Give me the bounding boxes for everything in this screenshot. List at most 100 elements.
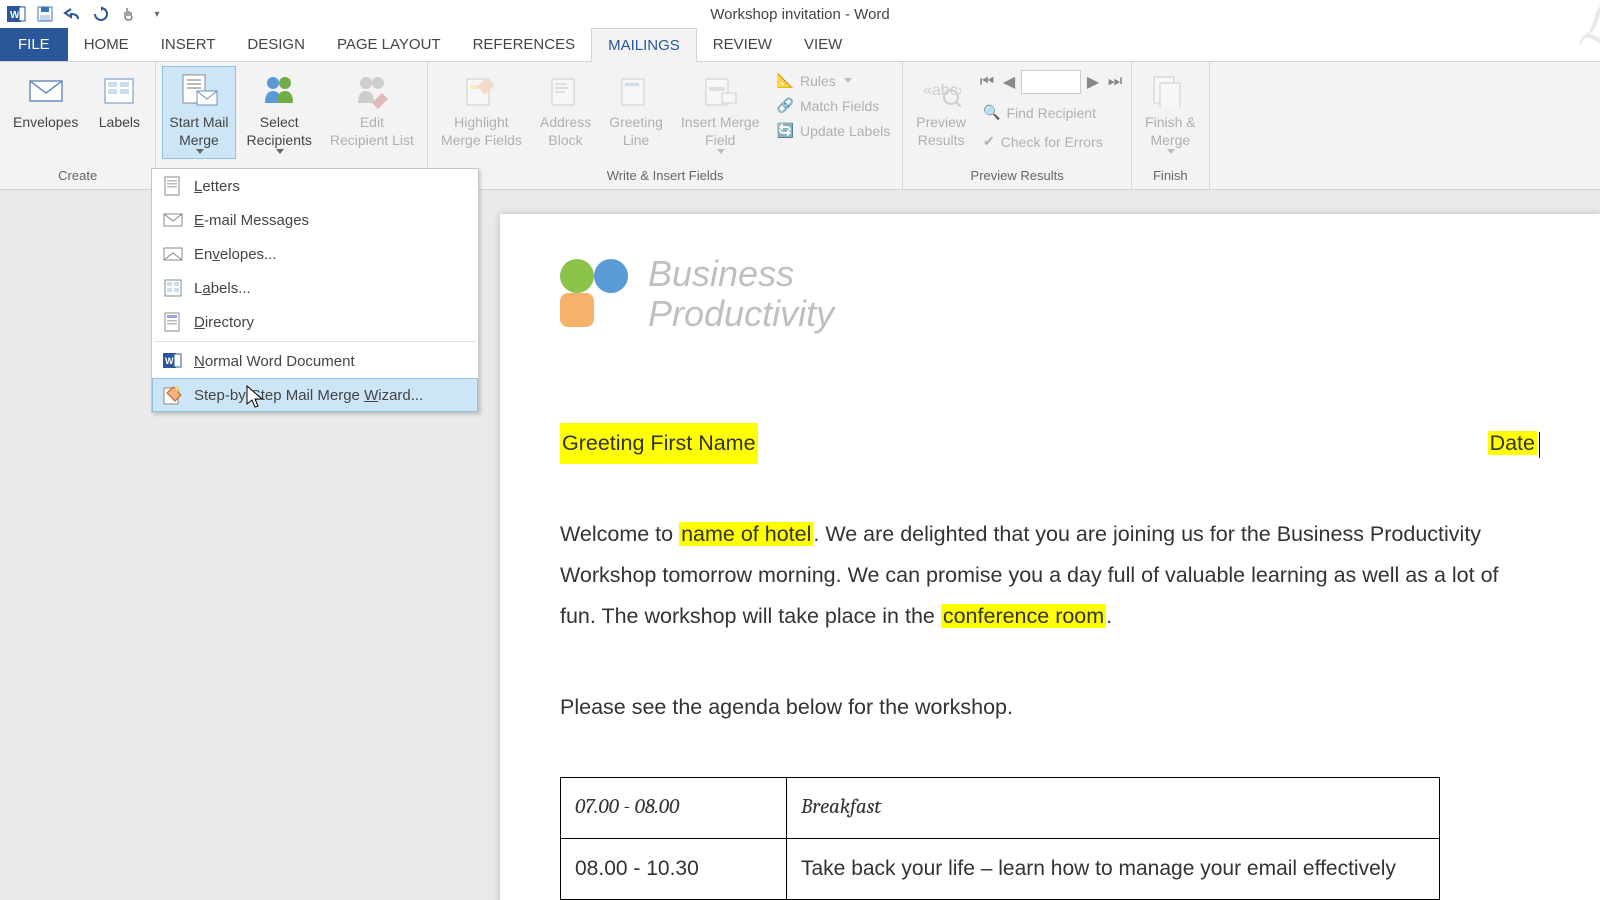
dd-wizard[interactable]: Step-by-Step Mail Merge Wizard... bbox=[152, 378, 478, 412]
separator bbox=[154, 341, 476, 342]
greeting-line-label: Greeting Line bbox=[609, 113, 663, 149]
room-placeholder[interactable]: conference room bbox=[941, 604, 1106, 628]
tab-view[interactable]: VIEW bbox=[788, 27, 858, 61]
table-row[interactable]: 07.00 - 08.00Breakfast bbox=[561, 778, 1440, 839]
quick-access-toolbar: W ▾ bbox=[0, 2, 170, 26]
agenda-time[interactable]: 07.00 - 08.00 bbox=[561, 778, 787, 839]
table-row[interactable]: 08.00 - 10.30Take back your life – learn… bbox=[561, 839, 1440, 900]
check-errors-icon: ✔ bbox=[983, 133, 995, 150]
dd-email[interactable]: E-mail Messages bbox=[152, 203, 478, 237]
agenda-item[interactable]: Breakfast bbox=[787, 778, 1440, 839]
start-mail-merge-icon bbox=[179, 71, 219, 111]
dd-labels-label: Labels... bbox=[194, 280, 251, 297]
find-recipient-icon: 🔍 bbox=[983, 104, 1000, 121]
match-fields-button: 🔗 Match Fields bbox=[771, 95, 897, 116]
logo-shapes bbox=[560, 259, 630, 329]
start-mail-merge-button[interactable]: Start Mail Merge bbox=[162, 66, 235, 159]
tab-design[interactable]: DESIGN bbox=[231, 27, 321, 61]
match-fields-label: Match Fields bbox=[800, 98, 879, 114]
select-recipients-icon bbox=[259, 71, 299, 111]
greeting-line-button: Greeting Line bbox=[602, 66, 670, 154]
labels-dd-icon bbox=[162, 277, 184, 299]
tab-insert[interactable]: INSERT bbox=[145, 27, 232, 61]
tab-review[interactable]: REVIEW bbox=[697, 27, 788, 61]
insert-merge-field-button: Insert Merge Field bbox=[674, 66, 767, 159]
agenda-item[interactable]: Take back your life – learn how to manag… bbox=[787, 839, 1440, 900]
dd-labels[interactable]: Labels... bbox=[152, 271, 478, 305]
dd-directory[interactable]: Directory bbox=[152, 305, 478, 339]
email-icon bbox=[162, 209, 184, 231]
highlight-label: Highlight Merge Fields bbox=[441, 113, 522, 149]
group-finish-label: Finish bbox=[1138, 166, 1203, 187]
update-labels-button: 🔄 Update Labels bbox=[771, 120, 897, 141]
edit-recipient-list-button: Edit Recipient List bbox=[323, 66, 421, 154]
title-bar: W ▾ Workshop invitation - Word ℒ bbox=[0, 0, 1600, 28]
qat-customize-icon[interactable]: ▾ bbox=[144, 2, 170, 26]
agenda-time[interactable]: 08.00 - 10.30 bbox=[561, 839, 787, 900]
labels-label: Labels bbox=[99, 113, 140, 131]
tab-file[interactable]: FILE bbox=[0, 27, 68, 61]
document-title: Workshop invitation - Word bbox=[710, 6, 890, 23]
paragraph-2[interactable]: Please see the agenda below for the work… bbox=[560, 687, 1540, 728]
address-block-label: Address Block bbox=[540, 113, 591, 149]
select-recipients-button[interactable]: Select Recipients bbox=[240, 66, 319, 159]
tab-home[interactable]: HOME bbox=[68, 27, 145, 61]
save-icon[interactable] bbox=[32, 2, 58, 26]
preview-results-button: «abc» Preview Results bbox=[909, 66, 973, 154]
group-write-insert: Highlight Merge Fields Address Block Gre… bbox=[428, 62, 903, 189]
rules-button: 📐 Rules bbox=[771, 70, 897, 91]
ribbon-tabs: FILE HOME INSERT DESIGN PAGE LAYOUT REFE… bbox=[0, 28, 1600, 62]
letters-icon bbox=[162, 175, 184, 197]
logo-line2: Productivity bbox=[648, 294, 834, 334]
finish-merge-icon bbox=[1150, 71, 1190, 111]
insert-merge-field-icon bbox=[700, 71, 740, 111]
dd-envelopes-label: Envelopes... bbox=[194, 246, 277, 263]
logo-line1: Business bbox=[648, 254, 834, 294]
address-block-button: Address Block bbox=[533, 66, 598, 154]
check-errors-button: ✔ Check for Errors bbox=[977, 131, 1125, 152]
logo: Business Productivity bbox=[560, 254, 1540, 333]
select-recipients-label: Select Recipients bbox=[247, 113, 312, 149]
record-number-input[interactable] bbox=[1021, 70, 1081, 94]
group-preview-label: Preview Results bbox=[909, 166, 1125, 187]
text-cursor bbox=[1539, 432, 1540, 458]
document-body[interactable]: Greeting First Name Date Welcome to name… bbox=[560, 423, 1540, 900]
rules-label: Rules bbox=[800, 73, 836, 89]
tab-references[interactable]: REFERENCES bbox=[457, 27, 592, 61]
first-record-icon: ⏮ bbox=[977, 72, 997, 92]
word-icon[interactable]: W bbox=[4, 2, 30, 26]
tab-page-layout[interactable]: PAGE LAYOUT bbox=[321, 27, 457, 61]
agenda-table[interactable]: 07.00 - 08.00Breakfast 08.00 - 10.30Take… bbox=[560, 777, 1440, 900]
match-fields-icon: 🔗 bbox=[777, 97, 794, 114]
next-record-icon: ▶ bbox=[1083, 72, 1103, 92]
tab-mailings[interactable]: MAILINGS bbox=[591, 28, 697, 62]
preview-results-label: Preview Results bbox=[916, 113, 966, 149]
update-labels-label: Update Labels bbox=[800, 123, 890, 139]
dd-normal-doc[interactable]: W Normal Word Document bbox=[152, 344, 478, 378]
group-write-label: Write & Insert Fields bbox=[434, 166, 896, 187]
dd-letters[interactable]: Letters bbox=[152, 169, 478, 203]
dd-email-label: E-mail Messages bbox=[194, 212, 309, 229]
paragraph-1[interactable]: Welcome to name of hotel. We are delight… bbox=[560, 514, 1540, 637]
rules-icon: 📐 bbox=[777, 72, 794, 89]
prev-record-icon: ◀ bbox=[999, 72, 1019, 92]
record-navigation: ⏮ ◀ ▶ ⏭ bbox=[977, 70, 1125, 94]
redo-icon[interactable] bbox=[88, 2, 114, 26]
envelopes-button[interactable]: Envelopes bbox=[6, 66, 85, 136]
finish-merge-label: Finish & Merge bbox=[1145, 113, 1196, 149]
touch-mode-icon[interactable] bbox=[116, 2, 142, 26]
hotel-placeholder[interactable]: name of hotel bbox=[679, 522, 813, 546]
date-placeholder[interactable]: Date bbox=[1488, 431, 1537, 455]
dd-letters-label: Letters bbox=[194, 178, 240, 195]
labels-button[interactable]: Labels bbox=[89, 66, 149, 136]
group-preview: «abc» Preview Results ⏮ ◀ ▶ ⏭ 🔍Find Reci… bbox=[903, 62, 1132, 189]
group-finish: Finish & Merge Finish bbox=[1132, 62, 1210, 189]
undo-icon[interactable] bbox=[60, 2, 86, 26]
greeting-placeholder[interactable]: Greeting First Name bbox=[560, 423, 758, 464]
document-page[interactable]: Business Productivity Greeting First Nam… bbox=[500, 214, 1600, 900]
dd-envelopes[interactable]: Envelopes... bbox=[152, 237, 478, 271]
logo-text: Business Productivity bbox=[648, 254, 834, 333]
check-errors-label: Check for Errors bbox=[1001, 134, 1103, 150]
address-block-icon bbox=[546, 71, 586, 111]
update-labels-icon: 🔄 bbox=[777, 122, 794, 139]
